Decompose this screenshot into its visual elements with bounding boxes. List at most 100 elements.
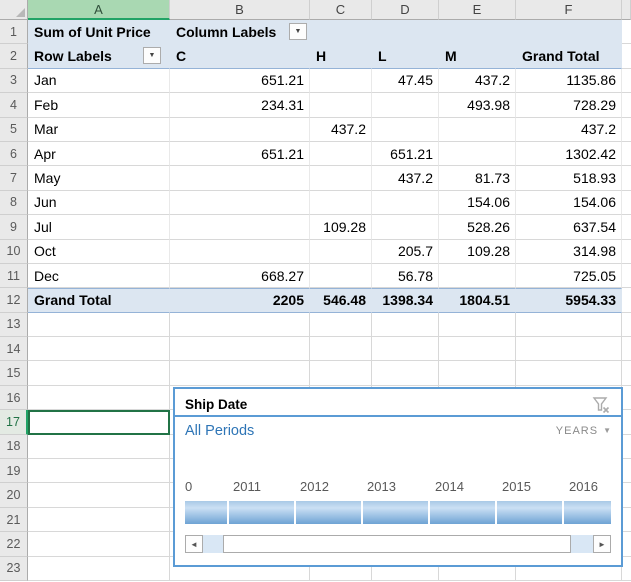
cell-20[interactable] bbox=[622, 483, 631, 507]
cell-A8[interactable]: Jun bbox=[28, 191, 170, 215]
row-header-2[interactable]: 2 bbox=[0, 44, 28, 68]
cell-A7[interactable]: May bbox=[28, 166, 170, 190]
cell-F14[interactable] bbox=[516, 337, 622, 361]
cell-A12[interactable]: Grand Total bbox=[28, 288, 170, 312]
cell-E5[interactable] bbox=[439, 118, 516, 142]
cell-E11[interactable] bbox=[439, 264, 516, 288]
column-header-F[interactable]: F bbox=[516, 0, 622, 20]
cell-14[interactable] bbox=[622, 337, 631, 361]
cell-5[interactable] bbox=[622, 118, 631, 142]
cell-A13[interactable] bbox=[28, 313, 170, 337]
cell-3[interactable] bbox=[622, 69, 631, 93]
cell-A16[interactable] bbox=[28, 386, 170, 410]
cell-D13[interactable] bbox=[372, 313, 439, 337]
cell-E6[interactable] bbox=[439, 142, 516, 166]
cell-A21[interactable] bbox=[28, 508, 170, 532]
cell-C5[interactable]: 437.2 bbox=[310, 118, 372, 142]
cell-E1[interactable] bbox=[439, 20, 516, 44]
cell-C4[interactable] bbox=[310, 93, 372, 117]
cell-E15[interactable] bbox=[439, 361, 516, 385]
cell-B7[interactable] bbox=[170, 166, 310, 190]
cell-C12[interactable]: 546.48 bbox=[310, 288, 372, 312]
column-header-C[interactable]: C bbox=[310, 0, 372, 20]
cell-C10[interactable] bbox=[310, 240, 372, 264]
column-header-E[interactable]: E bbox=[439, 0, 516, 20]
cell-C1[interactable] bbox=[310, 20, 372, 44]
cell-B5[interactable] bbox=[170, 118, 310, 142]
cell-C11[interactable] bbox=[310, 264, 372, 288]
cell-D3[interactable]: 47.45 bbox=[372, 69, 439, 93]
cell-D15[interactable] bbox=[372, 361, 439, 385]
cell-F8[interactable]: 154.06 bbox=[516, 191, 622, 215]
cell-8[interactable] bbox=[622, 191, 631, 215]
cell-D11[interactable]: 56.78 bbox=[372, 264, 439, 288]
cell-F4[interactable]: 728.29 bbox=[516, 93, 622, 117]
cell-A14[interactable] bbox=[28, 337, 170, 361]
cell-E10[interactable]: 109.28 bbox=[439, 240, 516, 264]
cell-C9[interactable]: 109.28 bbox=[310, 215, 372, 239]
cell-9[interactable] bbox=[622, 215, 631, 239]
cell-F3[interactable]: 1135.86 bbox=[516, 69, 622, 93]
cell-D5[interactable] bbox=[372, 118, 439, 142]
cell-A1[interactable]: Sum of Unit Price bbox=[28, 20, 170, 44]
cell-15[interactable] bbox=[622, 361, 631, 385]
row-header-23[interactable]: 23 bbox=[0, 557, 28, 581]
cell-B9[interactable] bbox=[170, 215, 310, 239]
cell-A11[interactable]: Dec bbox=[28, 264, 170, 288]
cell-B13[interactable] bbox=[170, 313, 310, 337]
cell-D7[interactable]: 437.2 bbox=[372, 166, 439, 190]
cell-6[interactable] bbox=[622, 142, 631, 166]
cell-17[interactable] bbox=[622, 410, 631, 434]
cell-C8[interactable] bbox=[310, 191, 372, 215]
cell-F12[interactable]: 5954.33 bbox=[516, 288, 622, 312]
cell-E12[interactable]: 1804.51 bbox=[439, 288, 516, 312]
row-header-7[interactable]: 7 bbox=[0, 166, 28, 190]
cell-A15[interactable] bbox=[28, 361, 170, 385]
cell-A2[interactable]: Row Labels▼ bbox=[28, 44, 170, 68]
cell-C6[interactable] bbox=[310, 142, 372, 166]
row-header-14[interactable]: 14 bbox=[0, 337, 28, 361]
cell-1[interactable] bbox=[622, 20, 631, 44]
row-header-17[interactable]: 17 bbox=[0, 410, 28, 434]
cell-F13[interactable] bbox=[516, 313, 622, 337]
cell-13[interactable] bbox=[622, 313, 631, 337]
cell-11[interactable] bbox=[622, 264, 631, 288]
row-header-12[interactable]: 12 bbox=[0, 288, 28, 312]
cell-F11[interactable]: 725.05 bbox=[516, 264, 622, 288]
cell-D9[interactable] bbox=[372, 215, 439, 239]
row-header-18[interactable]: 18 bbox=[0, 435, 28, 459]
cell-B12[interactable]: 2205 bbox=[170, 288, 310, 312]
cell-B11[interactable]: 668.27 bbox=[170, 264, 310, 288]
row-header-13[interactable]: 13 bbox=[0, 313, 28, 337]
cell-E8[interactable]: 154.06 bbox=[439, 191, 516, 215]
cell-D4[interactable] bbox=[372, 93, 439, 117]
cell-F5[interactable]: 437.2 bbox=[516, 118, 622, 142]
cell-A5[interactable]: Mar bbox=[28, 118, 170, 142]
cell-B15[interactable] bbox=[170, 361, 310, 385]
cell-B3[interactable]: 651.21 bbox=[170, 69, 310, 93]
cell-18[interactable] bbox=[622, 435, 631, 459]
row-header-3[interactable]: 3 bbox=[0, 69, 28, 93]
cell-12[interactable] bbox=[622, 288, 631, 312]
cell-F10[interactable]: 314.98 bbox=[516, 240, 622, 264]
cell-F15[interactable] bbox=[516, 361, 622, 385]
cell-D2[interactable]: L bbox=[372, 44, 439, 68]
scrollbar-track-left[interactable] bbox=[203, 535, 223, 553]
cell-21[interactable] bbox=[622, 508, 631, 532]
cell-C15[interactable] bbox=[310, 361, 372, 385]
cell-E2[interactable]: M bbox=[439, 44, 516, 68]
row-header-6[interactable]: 6 bbox=[0, 142, 28, 166]
cell-E7[interactable]: 81.73 bbox=[439, 166, 516, 190]
cell-A18[interactable] bbox=[28, 435, 170, 459]
cell-A17[interactable] bbox=[28, 410, 170, 434]
column-header-A[interactable]: A bbox=[28, 0, 170, 20]
row-header-20[interactable]: 20 bbox=[0, 483, 28, 507]
cell-A6[interactable]: Apr bbox=[28, 142, 170, 166]
row-labels-filter-dropdown[interactable]: ▼ bbox=[143, 47, 161, 64]
row-header-1[interactable]: 1 bbox=[0, 20, 28, 44]
timeline-segment-0[interactable] bbox=[185, 501, 227, 524]
column-header-sliver[interactable] bbox=[622, 0, 631, 20]
scrollbar-thumb[interactable] bbox=[223, 535, 571, 553]
timeline-segment-4[interactable] bbox=[430, 501, 495, 524]
row-header-10[interactable]: 10 bbox=[0, 240, 28, 264]
